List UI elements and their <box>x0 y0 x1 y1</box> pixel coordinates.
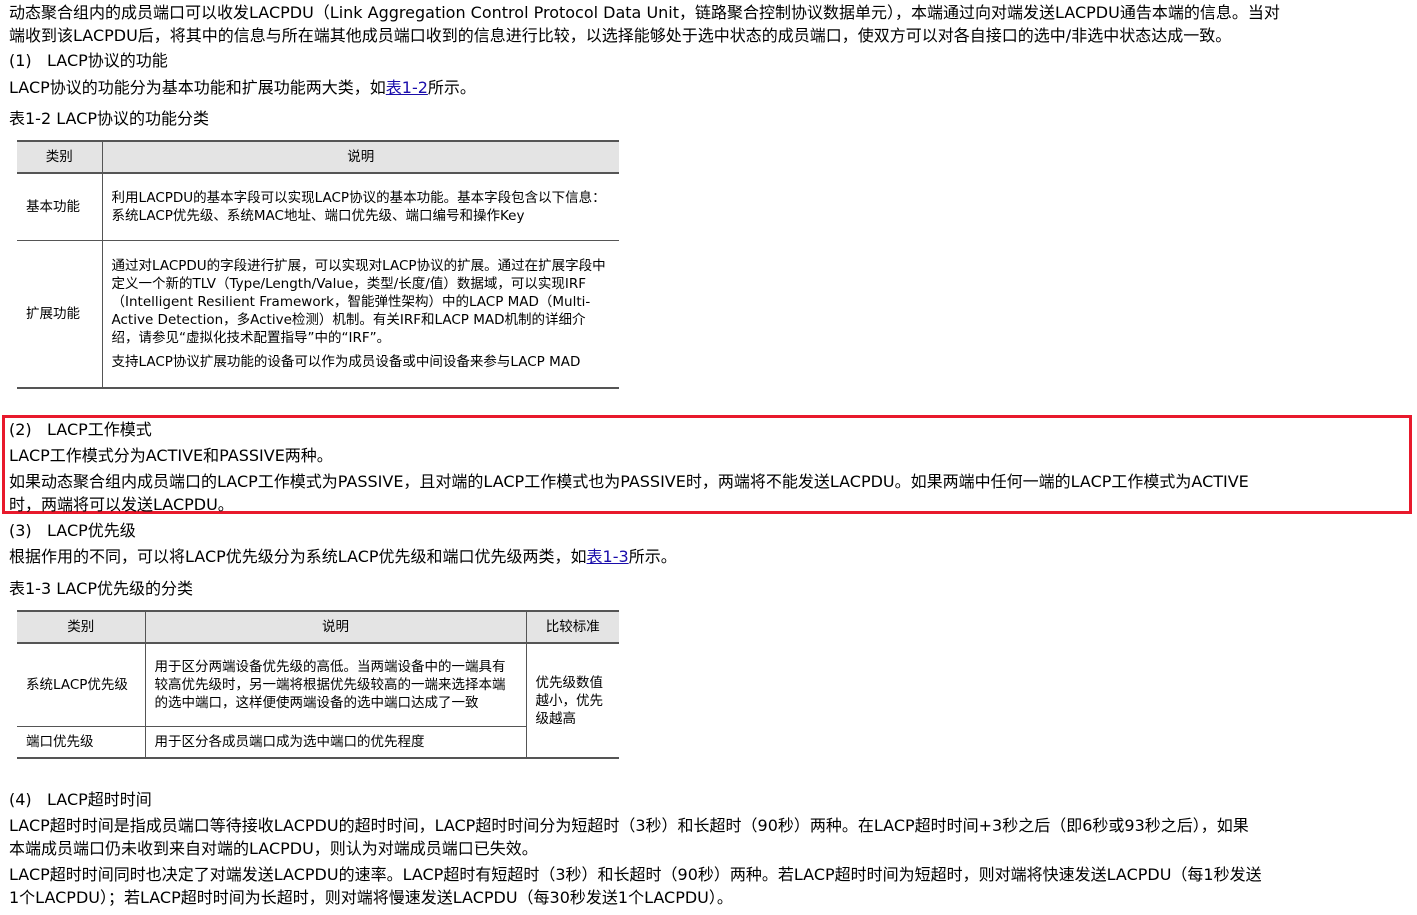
table-1-3: 类别 说明 比较标准 系统LACP优先级 用于区分两端设备优先级的高低。当两端设… <box>17 610 619 759</box>
intro-paragraph: 动态聚合组内的成员端口可以收发LACPDU（Link Aggregation C… <box>9 1 1414 47</box>
table-1-2: 类别 说明 基本功能 利用LACPDU的基本字段可以实现LACP协议的基本功能。… <box>17 140 619 389</box>
table-row: 系统LACP优先级 用于区分两端设备优先级的高低。当两端设备中的一端具有较高优先… <box>17 643 619 758</box>
table-cell-description: 用于区分两端设备优先级的高低。当两端设备中的一端具有较高优先级时，另一端将根据优… <box>144 643 526 727</box>
table-1-3-caption: 表1-3 LACP优先级的分类 <box>9 579 193 598</box>
table-1-3-header-description: 说明 <box>144 611 526 644</box>
section-1-number: (1) <box>9 51 32 70</box>
table-cell-criteria: 优先级数值越小，优先级越高 <box>525 643 619 758</box>
section-3-heading: (3) LACP优先级 <box>9 520 136 542</box>
section-1-text-pre: LACP协议的功能分为基本功能和扩展功能两大类，如 <box>9 78 386 97</box>
table-cell-paragraph: 利用LACPDU的基本字段可以实现LACP协议的基本功能。基本字段包含以下信息：… <box>111 189 606 224</box>
table-cell-paragraph: 支持LACP协议扩展功能的设备可以作为成员设备或中间设备来参与LACP MAD <box>111 353 581 370</box>
intro-line-2: 端收到该LACPDU后，将其中的信息与所在端其他成员端口收到的信息进行比较，以选… <box>9 26 1232 45</box>
section-4-paragraph-1-line-2: 本端成员端口仍未收到来自对端的LACPDU，则认为对端成员端口已失效。 <box>9 839 538 858</box>
section-3-text-post: 所示。 <box>628 547 677 566</box>
section-3-number: (3) <box>9 521 32 540</box>
table-cell-category: 端口优先级 <box>26 733 94 750</box>
section-4-paragraph-2-line-2: 1个LACPDU）；若LACP超时时间为长超时，则对端将慢速发送LACPDU（每… <box>9 888 733 907</box>
table-cell-category: 基本功能 <box>17 173 102 241</box>
section-2-heading: (2) LACP工作模式 <box>9 419 152 441</box>
section-4-paragraph-1: LACP超时时间是指成员端口等待接收LACPDU的超时时间，LACP超时时间分为… <box>9 814 1414 860</box>
table-row: 扩展功能 通过对LACPDU的字段进行扩展，可以实现对LACP协议的扩展。通过在… <box>17 240 619 388</box>
table-1-2-header-category: 类别 <box>17 141 102 174</box>
section-4-paragraph-2-line-1: LACP超时时间同时也决定了对端发送LACPDU的速率。LACP超时有短超时（3… <box>9 865 1262 884</box>
section-1-text-post: 所示。 <box>427 78 476 97</box>
section-4-heading: (4) LACP超时时间 <box>9 789 152 811</box>
section-2-paragraph-2-line-2: 时，两端将可以发送LACPDU。 <box>9 495 234 514</box>
section-2-paragraph-2-line-1: 如果动态聚合组内成员端口的LACP工作模式为PASSIVE，且对端的LACP工作… <box>9 472 1249 491</box>
table-1-3-header-criteria: 比较标准 <box>525 611 619 644</box>
intro-line-1: 动态聚合组内的成员端口可以收发LACPDU（Link Aggregation C… <box>9 3 1280 22</box>
section-2-paragraph-2: 如果动态聚合组内成员端口的LACP工作模式为PASSIVE，且对端的LACP工作… <box>9 470 1414 516</box>
table-1-3-header-category: 类别 <box>17 611 145 644</box>
section-2-paragraph-1: LACP工作模式分为ACTIVE和PASSIVE两种。 <box>9 446 333 465</box>
table-cell-category: 系统LACP优先级 <box>17 643 145 727</box>
table-cell-category: 扩展功能 <box>26 305 80 322</box>
section-3-text: 根据作用的不同，可以将LACP优先级分为系统LACP优先级和端口优先级两类，如表… <box>9 545 1414 568</box>
section-1-title: LACP协议的功能 <box>47 51 168 70</box>
table-row: 基本功能 利用LACPDU的基本字段可以实现LACP协议的基本功能。基本字段包含… <box>17 173 619 241</box>
section-4-number: (4) <box>9 790 32 809</box>
section-4-paragraph-2: LACP超时时间同时也决定了对端发送LACPDU的速率。LACP超时有短超时（3… <box>9 863 1414 909</box>
table-1-3-link[interactable]: 表1-3 <box>587 547 629 566</box>
section-4-title: LACP超时时间 <box>47 790 152 809</box>
table-1-2-header-description: 说明 <box>101 141 619 174</box>
table-cell-paragraph: 通过对LACPDU的字段进行扩展，可以实现对LACP协议的扩展。通过在扩展字段中… <box>111 257 606 346</box>
section-1-text: LACP协议的功能分为基本功能和扩展功能两大类，如表1-2所示。 <box>9 76 1414 99</box>
table-cell-description: 用于区分各成员端口成为选中端口的优先程度 <box>144 726 526 758</box>
table-1-2-link[interactable]: 表1-2 <box>386 78 428 97</box>
section-4-paragraph-1-line-1: LACP超时时间是指成员端口等待接收LACPDU的超时时间，LACP超时时间分为… <box>9 816 1249 835</box>
section-3-title: LACP优先级 <box>47 521 136 540</box>
section-3-text-pre: 根据作用的不同，可以将LACP优先级分为系统LACP优先级和端口优先级两类，如 <box>9 547 587 566</box>
table-1-2-caption: 表1-2 LACP协议的功能分类 <box>9 109 209 128</box>
table-cell-description: 利用LACPDU的基本字段可以实现LACP协议的基本功能。基本字段包含以下信息：… <box>101 173 619 241</box>
section-2-number: (2) <box>9 420 32 439</box>
section-1-heading: (1) LACP协议的功能 <box>9 50 168 72</box>
section-2-title: LACP工作模式 <box>47 420 152 439</box>
table-cell-description: 通过对LACPDU的字段进行扩展，可以实现对LACP协议的扩展。通过在扩展字段中… <box>101 240 619 388</box>
